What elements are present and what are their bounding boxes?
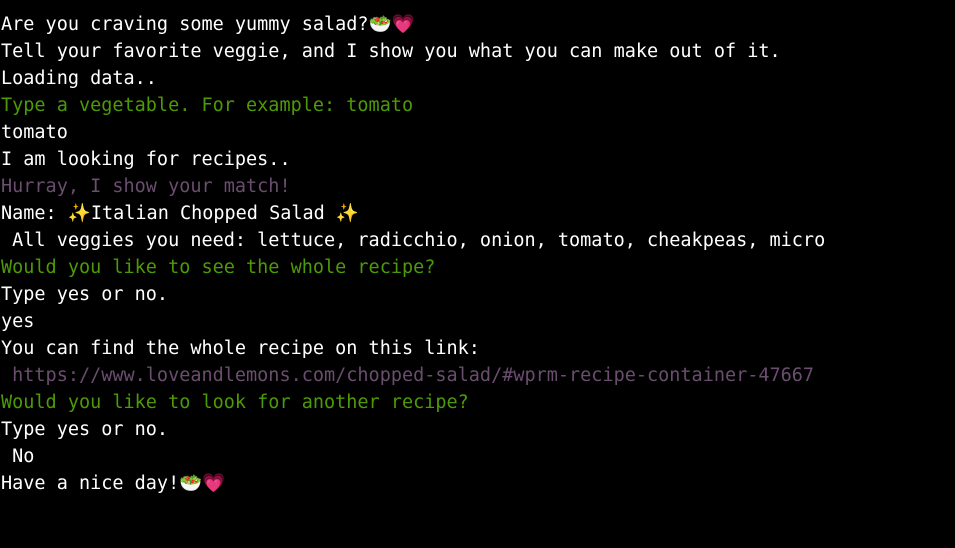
match-message-line: Hurray, I show your match! — [1, 176, 291, 197]
goodbye-line: Have a nice day!🥗💗 — [1, 473, 226, 494]
terminal-window[interactable]: Are you craving some yummy salad?🥗💗 Tell… — [0, 0, 955, 548]
user-input-line: tomato — [1, 122, 68, 143]
vegetable-prompt-line: Type a vegetable. For example: tomato — [1, 95, 414, 116]
prompt-intro-line: Are you craving some yummy salad?🥗💗 — [1, 14, 415, 35]
searching-line: I am looking for recipes.. — [1, 149, 291, 170]
loading-line: Loading data.. — [1, 68, 157, 89]
veggies-list-line: All veggies you need: lettuce, radicchio… — [1, 230, 826, 251]
instruction-line: Tell your favorite veggie, and I show yo… — [1, 41, 781, 62]
yes-no-instruction-line: Type yes or no. — [1, 419, 169, 440]
user-input-line: yes — [1, 311, 35, 332]
another-recipe-prompt-line: Would you like to look for another recip… — [1, 392, 469, 413]
user-input-line: No — [1, 446, 35, 467]
yes-no-instruction-line: Type yes or no. — [1, 284, 169, 305]
recipe-link[interactable]: https://www.loveandlemons.com/chopped-sa… — [0, 362, 955, 389]
recipe-name-line: Name: ✨Italian Chopped Salad ✨ — [1, 203, 359, 224]
link-intro-line: You can find the whole recipe on this li… — [1, 338, 480, 359]
input-prompt-line[interactable] — [0, 497, 955, 524]
see-recipe-prompt-line: Would you like to see the whole recipe? — [1, 257, 436, 278]
